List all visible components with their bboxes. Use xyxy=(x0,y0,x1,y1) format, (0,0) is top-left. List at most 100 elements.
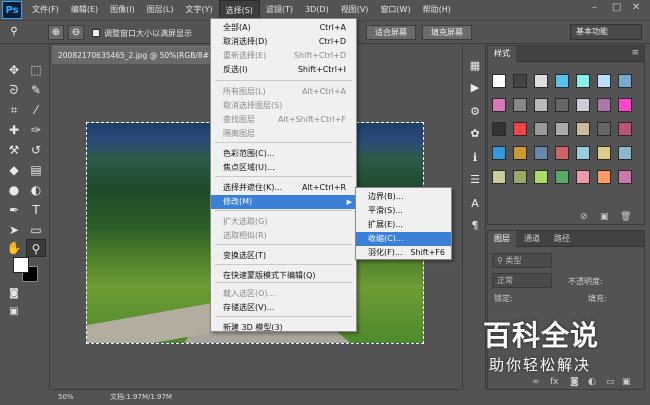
tab-paths[interactable]: 路径 xyxy=(548,231,576,247)
minimize-icon[interactable]: – xyxy=(592,2,597,13)
menu-file[interactable]: 文件(F) xyxy=(26,0,65,20)
menu-item-deselect[interactable]: 取消选择(D) Ctrl+D xyxy=(211,35,356,49)
style-swatch[interactable] xyxy=(555,146,569,160)
type-tool-icon[interactable]: T xyxy=(26,201,46,219)
submenu-item-smooth[interactable]: 平滑(S)... xyxy=(356,204,451,218)
style-swatch[interactable] xyxy=(618,122,632,136)
style-swatch[interactable] xyxy=(492,74,506,88)
new-style-icon[interactable]: ▣ xyxy=(600,212,609,222)
dodge-tool-icon[interactable]: ◐ xyxy=(26,181,46,199)
style-swatch[interactable] xyxy=(513,74,527,88)
submenu-item-feather[interactable]: 羽化(F)... Shift+F6 xyxy=(356,246,451,260)
paragraph-icon[interactable]: ¶ xyxy=(468,219,482,233)
move-tool-icon[interactable]: ✥ xyxy=(4,61,24,79)
style-swatch[interactable] xyxy=(576,98,590,112)
close-icon[interactable]: ✕ xyxy=(632,2,640,13)
info-icon[interactable]: ℹ xyxy=(468,151,482,165)
style-swatch[interactable] xyxy=(534,98,548,112)
hand-tool-icon[interactable]: ✋ xyxy=(4,239,24,257)
pen-tool-icon[interactable]: ✒ xyxy=(4,201,24,219)
style-swatch[interactable] xyxy=(513,122,527,136)
style-swatch[interactable] xyxy=(618,170,632,184)
style-swatch[interactable] xyxy=(534,122,548,136)
clone-source-icon[interactable]: ✿ xyxy=(468,127,482,141)
lasso-tool-icon[interactable]: ᘐ xyxy=(4,81,24,99)
style-swatch[interactable] xyxy=(618,74,632,88)
tab-styles[interactable]: 样式 xyxy=(488,46,516,62)
menu-item-select-and-mask[interactable]: 选择并遮住(K)... Alt+Ctrl+R xyxy=(211,181,356,195)
menu-item-transform-selection[interactable]: 变换选区(T) xyxy=(211,249,356,263)
menu-item-reselect[interactable]: 重新选择(E) Shift+Ctrl+D xyxy=(211,49,356,63)
zoom-in-icon[interactable]: ⊕ xyxy=(48,25,64,40)
menu-item-isolate-layers[interactable]: 隔离图层 xyxy=(211,127,356,141)
submenu-item-expand[interactable]: 扩展(E)... xyxy=(356,218,451,232)
menu-item-find-layers[interactable]: 查找图层 Alt+Shift+Ctrl+F xyxy=(211,113,356,127)
style-swatch[interactable] xyxy=(597,170,611,184)
style-swatch[interactable] xyxy=(576,170,590,184)
style-swatch[interactable] xyxy=(618,146,632,160)
brush-presets-icon[interactable]: ⚙ xyxy=(468,105,482,119)
menu-item-inverse[interactable]: 反选(I) Shift+Ctrl+I xyxy=(211,63,356,77)
maximize-icon[interactable]: □ xyxy=(612,2,621,13)
style-swatch[interactable] xyxy=(513,146,527,160)
properties-icon[interactable]: ☰ xyxy=(468,173,482,187)
style-swatch[interactable] xyxy=(492,170,506,184)
brush-tool-icon[interactable]: ✑ xyxy=(26,121,46,139)
menu-item-modify[interactable]: 修改(M) ▶ xyxy=(211,195,356,209)
style-swatch[interactable] xyxy=(492,98,506,112)
menu-item-save-selection[interactable]: 存储选区(V)... xyxy=(211,301,356,315)
style-swatch[interactable] xyxy=(576,146,590,160)
style-swatch[interactable] xyxy=(576,122,590,136)
style-swatch[interactable] xyxy=(492,122,506,136)
marquee-tool-icon[interactable]: ⬚ xyxy=(26,61,46,79)
menu-item-select-all[interactable]: 全部(A) Ctrl+A xyxy=(211,21,356,35)
menu-layer[interactable]: 图层(L) xyxy=(141,0,180,20)
menu-filter[interactable]: 滤镜(T) xyxy=(260,0,299,20)
style-swatch[interactable] xyxy=(492,146,506,160)
quick-select-icon[interactable]: ✎ xyxy=(26,81,46,99)
menu-item-focus-area[interactable]: 焦点区域(U)... xyxy=(211,161,356,175)
resize-windows-checkbox[interactable] xyxy=(92,29,100,37)
style-swatch[interactable] xyxy=(534,146,548,160)
menu-item-deselect-layers[interactable]: 取消选择图层(S) xyxy=(211,99,356,113)
style-swatch[interactable] xyxy=(513,170,527,184)
tab-channels[interactable]: 通道 xyxy=(518,231,546,247)
blend-mode-select[interactable]: 正常 xyxy=(492,273,552,288)
submenu-item-contract[interactable]: 收缩(C)... xyxy=(356,232,451,246)
menu-item-grow[interactable]: 扩大选取(G) xyxy=(211,215,356,229)
character-icon[interactable]: A xyxy=(468,197,482,211)
foreground-color-swatch[interactable] xyxy=(13,257,29,273)
menu-item-new-3d-model[interactable]: 新建 3D 模型(3) xyxy=(211,321,356,335)
menu-view[interactable]: 视图(V) xyxy=(335,0,375,20)
gradient-tool-icon[interactable]: ▤ xyxy=(26,161,46,179)
submenu-item-border[interactable]: 边界(B)... xyxy=(356,190,451,204)
menu-image[interactable]: 图像(I) xyxy=(104,0,141,20)
menu-select[interactable]: 选择(S) xyxy=(218,0,260,20)
style-swatch[interactable] xyxy=(576,74,590,88)
tab-layers[interactable]: 图层 xyxy=(488,231,516,247)
style-swatch[interactable] xyxy=(597,74,611,88)
style-swatch[interactable] xyxy=(534,170,548,184)
menu-item-load-selection[interactable]: 载入选区(O)... xyxy=(211,287,356,301)
panel-menu-icon[interactable]: ≡ xyxy=(631,48,639,58)
crop-tool-icon[interactable]: ⌗ xyxy=(4,101,24,119)
history-icon[interactable]: ▦ xyxy=(468,59,482,73)
healing-brush-icon[interactable]: ✚ xyxy=(4,121,24,139)
actions-icon[interactable]: ▶ xyxy=(468,81,482,95)
eyedropper-icon[interactable]: ⁄ xyxy=(26,101,46,119)
rectangle-tool-icon[interactable]: ▭ xyxy=(26,221,46,239)
menu-item-similar[interactable]: 选取相似(R) xyxy=(211,229,356,243)
style-swatch[interactable] xyxy=(597,98,611,112)
style-swatch[interactable] xyxy=(618,98,632,112)
zoom-tool-icon[interactable]: ⚲ xyxy=(6,25,22,40)
style-swatch[interactable] xyxy=(555,170,569,184)
zoom-readout[interactable]: 50% xyxy=(58,390,74,405)
menu-3d[interactable]: 3D(D) xyxy=(299,0,335,20)
style-swatch[interactable] xyxy=(555,98,569,112)
menu-type[interactable]: 文字(Y) xyxy=(179,0,218,20)
style-swatch[interactable] xyxy=(555,74,569,88)
workspace-select[interactable]: 基本功能 xyxy=(570,24,642,40)
quick-mask-icon[interactable]: ◙ xyxy=(4,285,24,303)
document-tab[interactable]: 20082170635465_2.jpg @ 50%(RGB/8#) xyxy=(52,46,212,64)
eraser-tool-icon[interactable]: ◆ xyxy=(4,161,24,179)
